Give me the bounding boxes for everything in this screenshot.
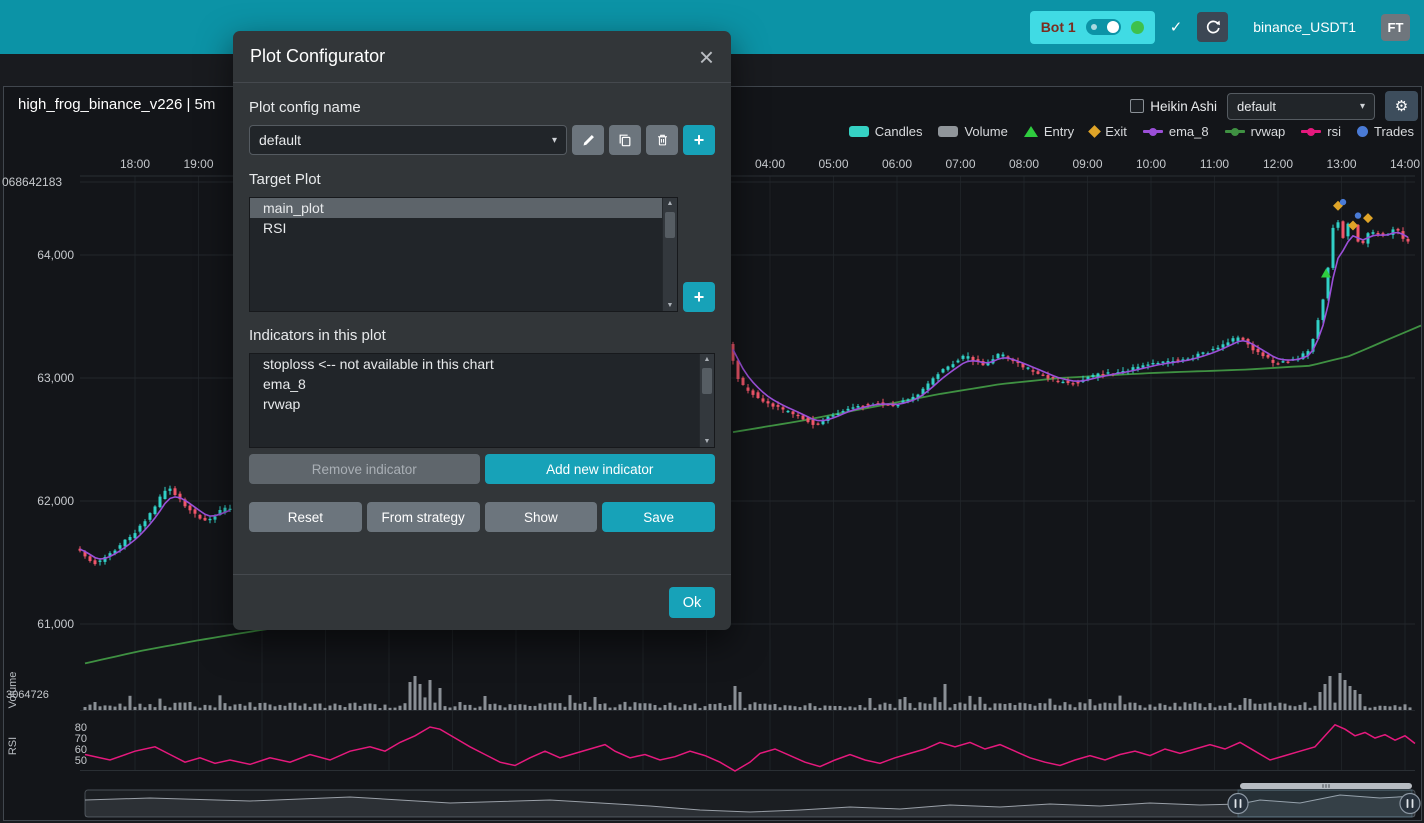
bot-name-label: Bot 1 (1041, 19, 1076, 35)
config-action-row: Reset From strategy Show Save (249, 502, 715, 532)
heikin-ashi-label: Heikin Ashi (1150, 99, 1217, 114)
bot-online-dot (1131, 21, 1144, 34)
target-plot-row: main_plot RSI ▲ ▼ + (249, 197, 715, 312)
legend-item-exit[interactable]: Exit (1090, 124, 1127, 139)
modal-footer: Ok (233, 574, 731, 630)
listbox-scrollbar[interactable]: ▲ ▼ (699, 354, 714, 447)
indicators-label: Indicators in this plot (249, 327, 715, 344)
volume-legend-marker-icon (938, 126, 958, 137)
indicator-option-rvwap[interactable]: rvwap (250, 394, 699, 414)
legend-item-rsi[interactable]: rsi (1301, 124, 1341, 139)
legend-item-trades[interactable]: Trades (1357, 124, 1414, 139)
legend-label: ema_8 (1169, 124, 1209, 139)
legend-label: Exit (1105, 124, 1127, 139)
modal-title: Plot Configurator (250, 46, 385, 67)
plot-configurator-button[interactable]: ⚙ (1385, 91, 1418, 121)
exit-legend-diamond-icon (1088, 125, 1101, 138)
chevron-down-icon: ▾ (1360, 101, 1365, 112)
plus-icon: + (694, 131, 705, 149)
heikin-ashi-checkbox[interactable] (1130, 99, 1144, 113)
add-plot-button[interactable]: + (683, 282, 715, 312)
chart-controls: Heikin Ashi default ▾ ⚙ (1130, 91, 1418, 121)
target-plot-option-rsi[interactable]: RSI (250, 218, 662, 238)
legend-item-ema-8[interactable]: ema_8 (1143, 124, 1209, 139)
refresh-button[interactable] (1197, 12, 1228, 42)
legend-item-rvwap[interactable]: rvwap (1225, 124, 1286, 139)
scroll-down-icon[interactable]: ▼ (700, 438, 714, 445)
trash-icon (656, 133, 669, 147)
reset-button[interactable]: Reset (249, 502, 362, 532)
legend-item-entry[interactable]: Entry (1024, 124, 1074, 139)
show-button[interactable]: Show (485, 502, 598, 532)
legend-label: Entry (1044, 124, 1074, 139)
target-plot-label: Target Plot (249, 171, 715, 188)
toggle-knob (1107, 21, 1119, 33)
refresh-icon (1205, 19, 1221, 35)
target-plot-listbox[interactable]: main_plot RSI ▲ ▼ (249, 197, 678, 312)
entry-legend-triangle-icon (1024, 126, 1038, 137)
rsi-legend-marker-icon (1301, 130, 1321, 133)
scrollbar-thumb[interactable] (665, 212, 675, 238)
save-button[interactable]: Save (602, 502, 715, 532)
config-name-value: default (259, 132, 301, 148)
rvwap-legend-marker-icon (1225, 130, 1245, 133)
add-config-button[interactable]: + (683, 125, 715, 155)
pencil-icon (582, 134, 595, 147)
chart-title: high_frog_binance_v226 | 5m (18, 96, 215, 113)
check-icon: ✓ (1170, 18, 1183, 36)
target-plot-option-main-plot[interactable]: main_plot (250, 198, 662, 218)
legend-item-candles[interactable]: Candles (849, 124, 923, 139)
bot-toggle-switch[interactable] (1086, 19, 1121, 35)
line-dot (1307, 128, 1315, 136)
target-plot-side: + (683, 197, 715, 312)
config-name-row: default ▾ (249, 125, 715, 155)
heikin-ashi-control[interactable]: Heikin Ashi (1130, 99, 1217, 114)
legend-label: rvwap (1251, 124, 1286, 139)
remove-indicator-button[interactable]: Remove indicator (249, 454, 480, 484)
pair-label: binance_USDT1 (1253, 19, 1356, 35)
chart-legend: Candles Volume Entry Exit ema_8 rvwap rsi Trade… (849, 124, 1414, 139)
trades-legend-marker-icon (1357, 126, 1368, 137)
plot-config-select-value: default (1237, 99, 1276, 114)
line-dot (1149, 128, 1157, 136)
scroll-down-icon[interactable]: ▼ (663, 302, 677, 309)
legend-item-volume[interactable]: Volume (938, 124, 1007, 139)
legend-label: Volume (964, 124, 1007, 139)
indicator-option-stoploss[interactable]: stoploss <-- not available in this chart (250, 354, 699, 374)
plot-configurator-modal: Plot Configurator × Plot config name def… (233, 31, 731, 630)
legend-label: Candles (875, 124, 923, 139)
indicators-listbox[interactable]: stoploss <-- not available in this chart… (249, 353, 715, 448)
ft-logo[interactable]: FT (1381, 14, 1410, 41)
bot-selector-chip[interactable]: Bot 1 (1030, 11, 1155, 44)
plus-icon: + (694, 288, 705, 306)
close-button[interactable]: × (699, 47, 714, 67)
add-new-indicator-button[interactable]: Add new indicator (485, 454, 716, 484)
listbox-scrollbar[interactable]: ▲ ▼ (662, 198, 677, 311)
edit-config-button[interactable] (572, 125, 604, 155)
copy-icon (618, 133, 632, 147)
config-name-select[interactable]: default ▾ (249, 125, 567, 155)
modal-body: Plot config name default ▾ (233, 83, 731, 574)
legend-label: rsi (1327, 124, 1341, 139)
scroll-up-icon[interactable]: ▲ (700, 356, 714, 363)
gear-icon: ⚙ (1395, 97, 1408, 115)
ok-button[interactable]: Ok (669, 587, 715, 618)
ema_8-legend-marker-icon (1143, 130, 1163, 133)
indicator-option-ema8[interactable]: ema_8 (250, 374, 699, 394)
scrollbar-thumb[interactable] (702, 368, 712, 394)
scroll-up-icon[interactable]: ▲ (663, 200, 677, 207)
line-dot (1231, 128, 1239, 136)
duplicate-config-button[interactable] (609, 125, 641, 155)
indicator-buttons-row: Remove indicator Add new indicator (249, 454, 715, 484)
legend-label: Trades (1374, 124, 1414, 139)
delete-config-button[interactable] (646, 125, 678, 155)
plot-config-name-label: Plot config name (249, 99, 715, 116)
candles-legend-marker-icon (849, 126, 869, 137)
modal-header: Plot Configurator × (233, 31, 731, 83)
close-icon: × (699, 42, 714, 72)
from-strategy-button[interactable]: From strategy (367, 502, 480, 532)
plot-config-select[interactable]: default ▾ (1227, 93, 1375, 120)
chevron-down-icon: ▾ (552, 135, 557, 146)
